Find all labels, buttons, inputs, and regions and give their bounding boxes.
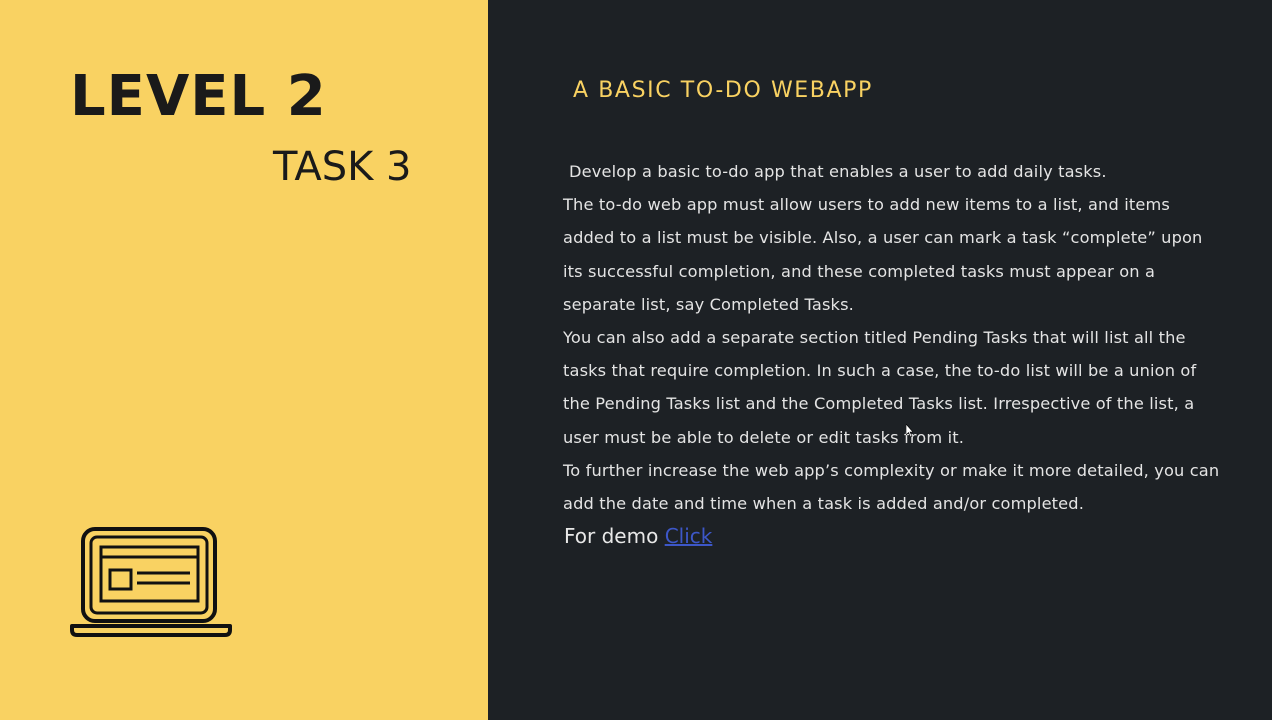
description-paragraph: The to-do web app must allow users to ad… <box>563 195 1203 314</box>
demo-line: For demo Click <box>564 524 712 548</box>
text-cursor-icon <box>906 424 913 438</box>
task-description: Develop a basic to-do app that enables a… <box>563 155 1223 520</box>
laptop-browser-icon <box>70 527 232 637</box>
description-paragraph: To further increase the web app’s comple… <box>563 460 1220 514</box>
description-paragraph: You can also add a separate section titl… <box>563 328 1197 447</box>
left-panel: LEVEL 2 TASK 3 <box>0 0 488 720</box>
level-title: LEVEL 2 <box>70 64 327 129</box>
app-title: A BASIC TO-DO WEBAPP <box>573 78 873 103</box>
description-paragraph: Develop a basic to-do app that enables a… <box>569 162 1107 181</box>
slide: LEVEL 2 TASK 3 A BASIC TO-DO WEBAPP Deve… <box>0 0 1272 720</box>
demo-label: For demo <box>564 524 659 548</box>
task-title: TASK 3 <box>273 144 412 190</box>
demo-link[interactable]: Click <box>665 524 713 548</box>
